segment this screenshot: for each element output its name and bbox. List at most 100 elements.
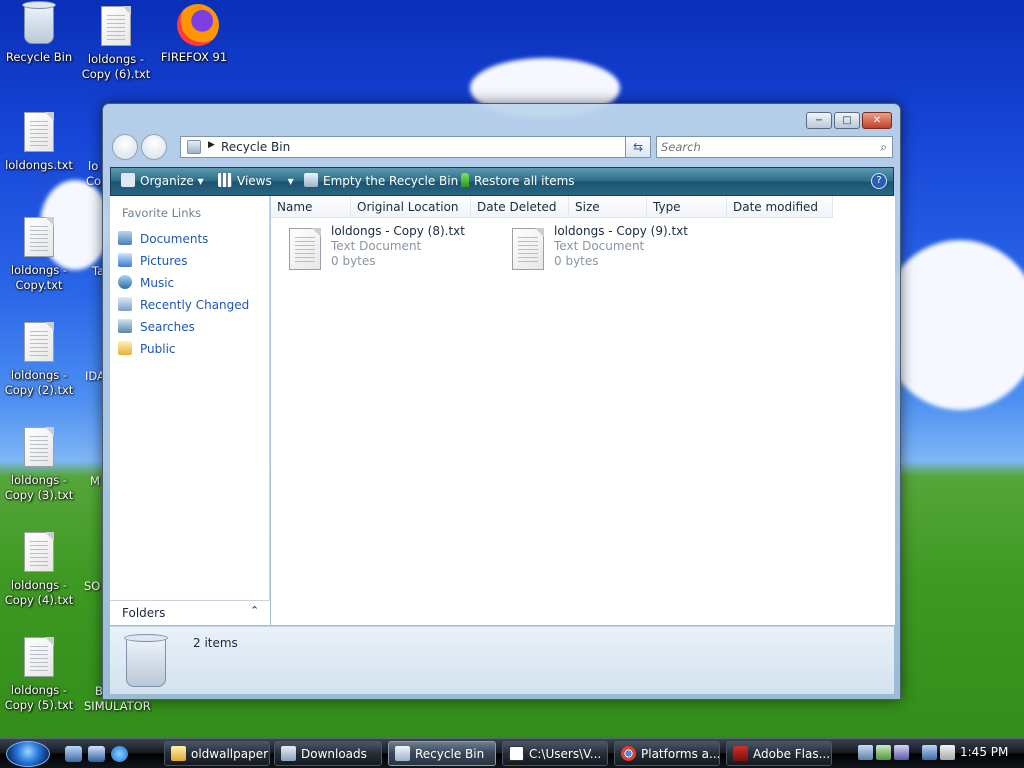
tray-app-icon[interactable]	[876, 745, 891, 760]
tray-app-icon[interactable]	[894, 745, 909, 760]
desktop-icon-partial-label[interactable]: M	[90, 474, 100, 488]
refresh-button[interactable]: ⇆	[625, 136, 651, 158]
maximize-button[interactable]: □	[834, 112, 860, 129]
text-file-icon	[24, 112, 54, 152]
recycle-bin-icon	[304, 173, 318, 187]
chevron-up-icon: ⌃	[250, 604, 260, 617]
text-file-icon	[24, 637, 54, 677]
favorite-pictures[interactable]: Pictures	[118, 251, 188, 271]
views-button[interactable]: Views ▾	[218, 168, 294, 195]
file-item[interactable]: loldongs - Copy (8).txt Text Document 0 …	[279, 224, 479, 272]
folders-toggle[interactable]: Folders ⌃	[110, 600, 270, 625]
recently-changed-icon	[118, 297, 132, 311]
file-list: Name Original Location Date Deleted Size…	[271, 196, 895, 625]
start-button[interactable]	[6, 741, 50, 767]
switch-windows-icon[interactable]	[88, 746, 105, 762]
file-type: Text Document	[554, 239, 645, 253]
internet-explorer-icon[interactable]	[111, 746, 128, 762]
search-box: ⌕	[656, 136, 893, 158]
file-size: 0 bytes	[554, 254, 599, 268]
taskbar-button-adobe-flash[interactable]: Adobe Flas...	[726, 741, 832, 766]
views-icon	[218, 173, 232, 187]
desktop-icon-recycle-bin[interactable]: Recycle Bin	[1, 1, 77, 65]
show-desktop-icon[interactable]	[65, 746, 82, 762]
desktop-icon-file[interactable]: loldongs - Copy.txt	[1, 217, 77, 293]
desktop-icon-label: loldongs - Copy (5).txt	[4, 683, 74, 712]
desktop-icon-label: FIREFOX 91	[160, 50, 228, 64]
file-name: loldongs - Copy (9).txt	[554, 224, 688, 238]
help-button[interactable]: ?	[871, 173, 887, 189]
volume-muted-icon[interactable]	[940, 745, 955, 760]
adobe-flash-icon	[733, 746, 748, 761]
desktop-icon-file[interactable]: loldongs.txt	[1, 112, 77, 173]
desktop-icon-file[interactable]: loldongs - Copy (3).txt	[1, 427, 77, 503]
breadcrumb-arrow-icon[interactable]: ▶	[208, 140, 215, 150]
column-header-name[interactable]: Name	[271, 196, 351, 218]
clock[interactable]: 1:45 PM	[960, 745, 1008, 759]
views-dropdown-icon[interactable]: ▾	[288, 174, 294, 188]
empty-recycle-bin-button[interactable]: Empty the Recycle Bin	[304, 168, 458, 195]
favorite-searches[interactable]: Searches	[118, 317, 195, 337]
taskbar-button-chrome[interactable]: Platforms a...	[614, 741, 720, 766]
back-button[interactable]	[112, 134, 138, 160]
favorite-public[interactable]: Public	[118, 339, 176, 359]
desktop-icon-file[interactable]: loldongs - Copy (2).txt	[1, 322, 77, 398]
recycle-bin-icon	[22, 1, 56, 44]
desktop-icon-label: loldongs - Copy (3).txt	[4, 473, 74, 502]
column-header-size[interactable]: Size	[569, 196, 647, 218]
text-file-icon	[24, 322, 54, 362]
recycle-bin-window: − □ ✕ ▶ Recycle Bin ▼ ⇆ ⌕ Organize ▾ Vie…	[102, 103, 901, 700]
close-button[interactable]: ✕	[862, 112, 892, 129]
favorite-documents[interactable]: Documents	[118, 229, 208, 249]
desktop-icon-file[interactable]: loldongs - Copy (4).txt	[1, 532, 77, 608]
desktop-icon-partial-label[interactable]: lo	[88, 159, 98, 173]
desktop-icon-partial-label[interactable]: Co	[86, 174, 101, 188]
desktop-icon-partial-label[interactable]: SO	[84, 579, 100, 593]
column-header-type[interactable]: Type	[647, 196, 727, 218]
favorite-music[interactable]: Music	[118, 273, 174, 293]
favorite-recently-changed[interactable]: Recently Changed	[118, 295, 249, 315]
taskbar-button-7zip[interactable]: C:\Users\V...	[502, 741, 608, 766]
address-bar[interactable]: ▶ Recycle Bin ▼	[180, 136, 650, 158]
documents-icon	[118, 231, 132, 245]
desktop-icon-file[interactable]: loldongs - Copy (6).txt	[78, 6, 154, 82]
column-header-date-modified[interactable]: Date modified	[727, 196, 833, 218]
search-input[interactable]	[657, 137, 867, 157]
desktop-icon-partial-label[interactable]: SIMULATOR	[84, 699, 151, 713]
minimize-button[interactable]: −	[806, 112, 832, 129]
search-icon[interactable]: ⌕	[880, 140, 887, 155]
network-connection-icon[interactable]	[922, 745, 937, 760]
file-size: 0 bytes	[331, 254, 376, 268]
file-item[interactable]: loldongs - Copy (9).txt Text Document 0 …	[502, 224, 702, 272]
taskbar-button-downloads[interactable]: Downloads	[274, 741, 382, 766]
column-header-original-location[interactable]: Original Location	[351, 196, 471, 218]
desktop-icon-file[interactable]: loldongs - Copy (5).txt	[1, 637, 77, 713]
desktop-icon-label: Recycle Bin	[5, 50, 73, 64]
desktop-icon-label: loldongs - Copy.txt	[10, 263, 68, 292]
firefox-icon	[177, 4, 219, 46]
organize-button[interactable]: Organize ▾	[121, 168, 204, 195]
address-text: Recycle Bin	[221, 140, 291, 154]
desktop-icon-label: loldongs - Copy (2).txt	[4, 368, 74, 397]
restore-all-items-button[interactable]: Restore all items	[461, 168, 575, 195]
desktop-icon-label: loldongs - Copy (6).txt	[81, 52, 151, 81]
desktop-icon-label: loldongs.txt	[5, 158, 73, 172]
searches-icon	[118, 319, 132, 333]
text-file-icon	[289, 228, 321, 270]
network-icon[interactable]	[858, 745, 873, 760]
text-file-icon	[512, 228, 544, 270]
desktop-icon-firefox[interactable]: FIREFOX 91	[156, 4, 232, 65]
file-name: loldongs - Copy (8).txt	[331, 224, 465, 238]
public-folder-icon	[118, 341, 132, 355]
restore-arrow-icon	[461, 173, 469, 187]
text-file-icon	[101, 6, 131, 46]
wallpaper-cloud	[880, 240, 1024, 410]
text-file-icon	[24, 217, 54, 257]
column-header-date-deleted[interactable]: Date Deleted	[471, 196, 569, 218]
taskbar-button-oldwallpaper[interactable]: oldwallpaper	[164, 741, 270, 766]
forward-button[interactable]	[141, 134, 167, 160]
recycle-bin-icon	[187, 140, 201, 154]
taskbar-button-recycle-bin[interactable]: Recycle Bin	[388, 741, 496, 766]
navigation-pane: Favorite Links Documents Pictures Music …	[110, 196, 270, 625]
organize-icon	[121, 173, 135, 187]
